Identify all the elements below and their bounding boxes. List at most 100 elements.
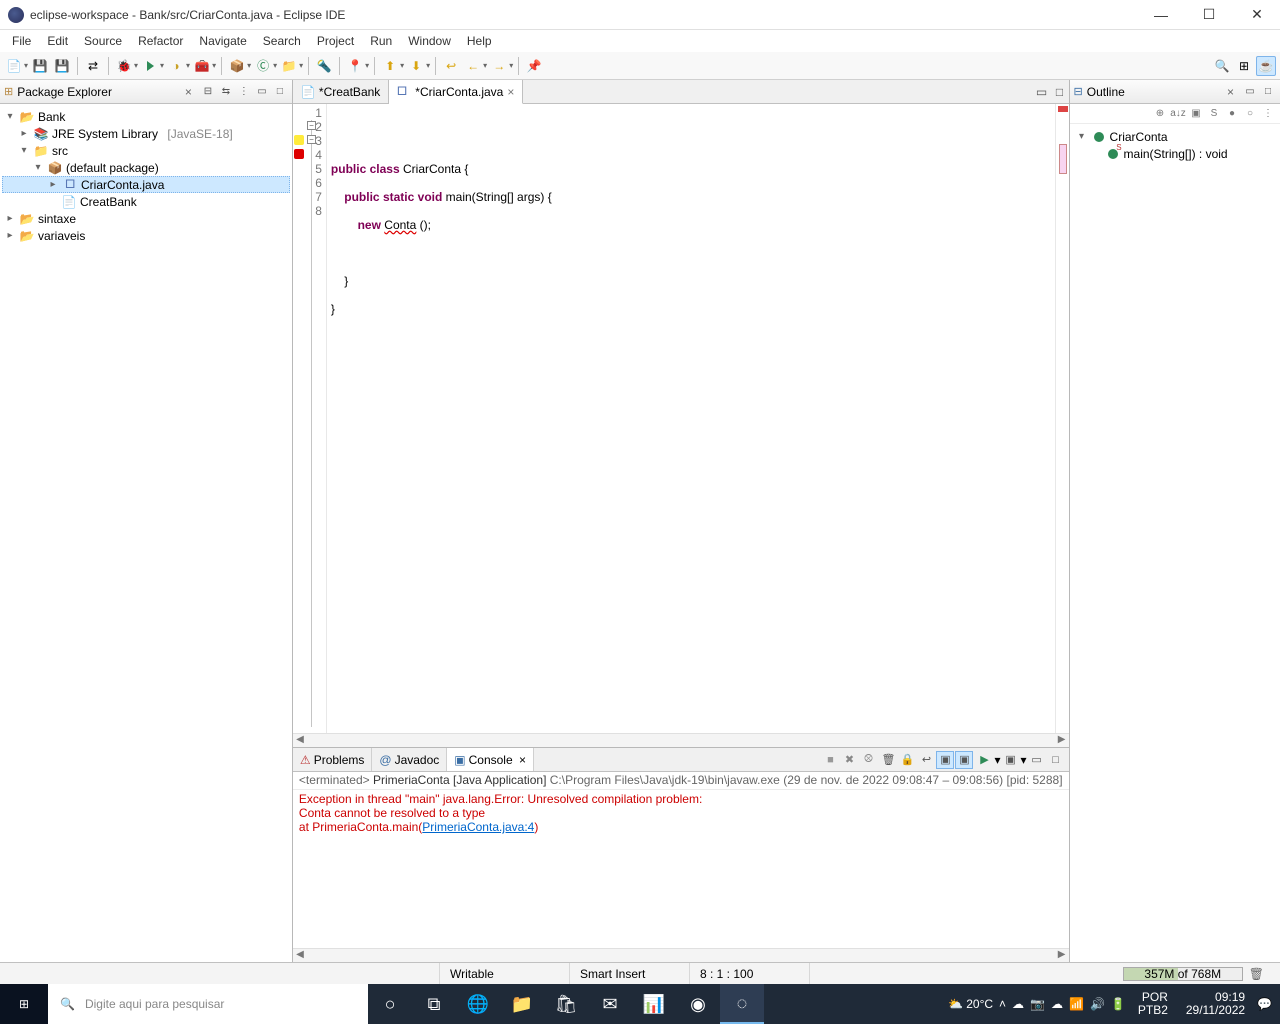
editor-gutter[interactable]: 1 2 − 3 − 4 5 6 7 8 xyxy=(293,104,327,733)
menu-project[interactable]: Project xyxy=(309,32,362,50)
show-on-stdout-button[interactable]: ▣ xyxy=(936,751,954,769)
pin-button[interactable]: 📌 xyxy=(524,56,544,76)
explorer-icon[interactable]: 📁 xyxy=(500,984,544,1024)
search-button[interactable]: 🔦 xyxy=(314,56,334,76)
open-type-button[interactable]: 📁 xyxy=(279,56,299,76)
quickfix-icon[interactable] xyxy=(294,135,304,145)
next-annotation-button[interactable]: ⬇ xyxy=(406,56,426,76)
save-all-button[interactable]: 💾 xyxy=(52,56,72,76)
meet-now-icon[interactable]: 📷 xyxy=(1030,997,1045,1011)
word-wrap-button[interactable]: ↩ xyxy=(917,751,935,769)
onedrive2-icon[interactable]: ☁ xyxy=(1051,997,1063,1011)
error-marker-icon[interactable] xyxy=(294,149,304,159)
save-button[interactable]: 💾 xyxy=(30,56,50,76)
overview-error-mark[interactable] xyxy=(1058,106,1068,112)
scroll-lock-button[interactable]: 🔒 xyxy=(898,751,916,769)
switch-editor-button[interactable]: ⇄ xyxy=(83,56,103,76)
java-perspective-button[interactable]: ☕ xyxy=(1256,56,1276,76)
hide-nonpublic-button[interactable]: ● xyxy=(1224,105,1240,121)
volume-icon[interactable]: 🔊 xyxy=(1090,997,1105,1011)
maximize-button[interactable]: ☐ xyxy=(1194,6,1224,23)
tree-project-variaveis[interactable]: ▸📂variaveis xyxy=(2,227,290,244)
hide-static-button[interactable]: S xyxy=(1206,105,1222,121)
onedrive-icon[interactable]: ☁ xyxy=(1012,997,1024,1011)
store-icon[interactable]: 🛍 xyxy=(544,984,588,1024)
editor-maximize-button[interactable]: □ xyxy=(1051,80,1069,103)
new-package-button[interactable]: 📦 xyxy=(227,56,247,76)
stacktrace-link[interactable]: PrimeriaConta.java:4 xyxy=(422,820,534,834)
focus-button[interactable]: ⊕ xyxy=(1152,105,1168,121)
coverage-button[interactable]: ◑ xyxy=(166,56,186,76)
run-button[interactable] xyxy=(140,56,160,76)
link-editor-button[interactable]: ⇆ xyxy=(218,84,234,100)
weather-widget[interactable]: ⛅ 20°C xyxy=(948,997,993,1011)
editor-minimize-button[interactable]: ▭ xyxy=(1033,80,1051,103)
view-menu-button[interactable]: ⋮ xyxy=(1260,105,1276,121)
maximize-view-button[interactable]: □ xyxy=(272,84,288,100)
minimize-button[interactable]: — xyxy=(1146,7,1176,23)
quick-access-button[interactable]: 🔍 xyxy=(1212,56,1232,76)
mail-icon[interactable]: ✉ xyxy=(588,984,632,1024)
last-edit-button[interactable]: ↩ xyxy=(441,56,461,76)
tree-jre[interactable]: ▸📚JRE System Library [JavaSE-18] xyxy=(2,125,290,142)
menu-search[interactable]: Search xyxy=(255,32,309,50)
fold-toggle[interactable]: − xyxy=(307,121,316,130)
code-area[interactable]: public class CriarConta { public static … xyxy=(327,104,1055,733)
tray-chevron-icon[interactable]: ˄ xyxy=(999,997,1006,1011)
language-indicator[interactable]: PORPTB2 xyxy=(1132,991,1174,1017)
chrome-icon[interactable]: ◉ xyxy=(676,984,720,1024)
tab-problems[interactable]: ⚠Problems xyxy=(293,748,372,771)
menu-window[interactable]: Window xyxy=(400,32,459,50)
start-button[interactable]: ⊞ xyxy=(0,984,48,1024)
view-close-button[interactable]: × xyxy=(181,85,196,99)
prev-annotation-button[interactable]: ⬆ xyxy=(380,56,400,76)
sort-button[interactable]: a↓z xyxy=(1170,105,1186,121)
fold-toggle[interactable]: − xyxy=(307,135,316,144)
hide-local-button[interactable]: ○ xyxy=(1242,105,1258,121)
debug-button[interactable]: 🐞 xyxy=(114,56,134,76)
menu-file[interactable]: File xyxy=(4,32,39,50)
menu-edit[interactable]: Edit xyxy=(39,32,76,50)
clear-console-button[interactable]: 🗑 xyxy=(879,751,897,769)
console-minimize-button[interactable]: ▭ xyxy=(1028,751,1046,769)
collapse-all-button[interactable]: ⊟ xyxy=(200,84,216,100)
menu-refactor[interactable]: Refactor xyxy=(130,32,191,50)
close-button[interactable]: ✕ xyxy=(1242,6,1272,23)
powerbi-icon[interactable]: 📊 xyxy=(632,984,676,1024)
remove-all-button[interactable]: ⮾ xyxy=(859,751,877,769)
console-hscroll[interactable]: ◀▶ xyxy=(293,948,1069,962)
remove-launch-button[interactable]: ✖ xyxy=(840,751,858,769)
code-editor[interactable]: 1 2 − 3 − 4 5 6 7 8 public class CriarCo… xyxy=(293,104,1069,733)
tree-file-criarconta[interactable]: ▸🞐CriarConta.java xyxy=(2,176,290,193)
new-button[interactable]: 📄 xyxy=(4,56,24,76)
taskbar-search[interactable]: 🔍 Digite aqui para pesquisar xyxy=(48,984,368,1024)
tree-file-creatbank[interactable]: 📄CreatBank xyxy=(2,193,290,210)
tree-project-sintaxe[interactable]: ▸📂sintaxe xyxy=(2,210,290,227)
menu-source[interactable]: Source xyxy=(76,32,130,50)
hide-fields-button[interactable]: ▣ xyxy=(1188,105,1204,121)
menu-run[interactable]: Run xyxy=(362,32,400,50)
gc-button[interactable]: 🗑 xyxy=(1243,967,1270,981)
new-class-button[interactable]: Ⓒ xyxy=(253,56,273,76)
toggle-mark-button[interactable]: 📍 xyxy=(345,56,365,76)
pin-console-button[interactable]: ▶ xyxy=(975,751,993,769)
terminate-button[interactable]: ■ xyxy=(821,751,839,769)
battery-icon[interactable]: 🔋 xyxy=(1111,997,1126,1011)
view-menu-button[interactable]: ⋮ xyxy=(236,84,252,100)
tab-console[interactable]: ▣Console × xyxy=(447,748,534,771)
wifi-icon[interactable]: 📶 xyxy=(1069,997,1084,1011)
menu-navigate[interactable]: Navigate xyxy=(191,32,254,50)
eclipse-task-icon[interactable]: ◌ xyxy=(720,984,764,1024)
editor-hscroll[interactable]: ◀▶ xyxy=(293,733,1069,747)
tab-close-button[interactable]: × xyxy=(516,753,526,767)
back-button[interactable]: ← xyxy=(463,56,483,76)
overview-ruler[interactable] xyxy=(1055,104,1069,733)
cortana-icon[interactable]: ○ xyxy=(368,984,412,1024)
view-close-button[interactable]: × xyxy=(1223,85,1238,99)
minimize-view-button[interactable]: ▭ xyxy=(1242,84,1258,100)
forward-button[interactable]: → xyxy=(489,56,509,76)
outline-class[interactable]: ▾CriarConta xyxy=(1074,128,1276,145)
tab-close-button[interactable]: × xyxy=(507,85,514,99)
maximize-view-button[interactable]: □ xyxy=(1260,84,1276,100)
edge-icon[interactable]: 🌐 xyxy=(456,984,500,1024)
